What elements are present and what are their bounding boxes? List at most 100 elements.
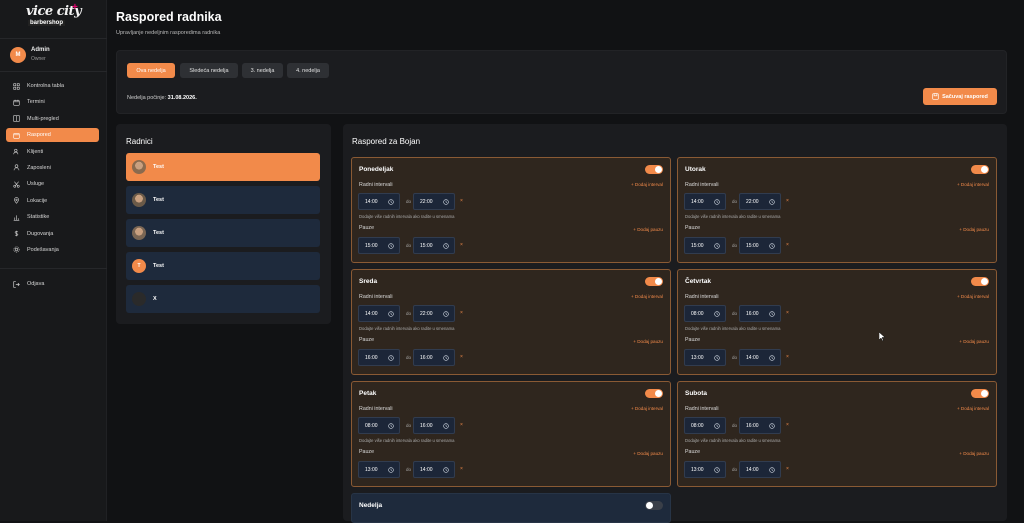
time-input[interactable]: 14:00 [739, 461, 781, 478]
day-toggle[interactable] [645, 165, 663, 174]
time-input[interactable]: 08:00 [358, 417, 400, 434]
sidebar-item-multi-pregled[interactable]: Multi-pregled [6, 112, 99, 126]
time-input[interactable]: 22:00 [739, 193, 781, 210]
to-label: do [406, 423, 412, 428]
worker-item[interactable]: Test [126, 219, 320, 247]
time-input[interactable]: 15:00 [684, 237, 726, 254]
tab-this-week[interactable]: Ova nedelja [127, 63, 175, 78]
columns-icon [12, 115, 20, 123]
sidebar-item-podešavanja[interactable]: Podešavanja [6, 243, 99, 257]
add-interval-link[interactable]: + Dodaj interval [631, 294, 663, 299]
time-input[interactable]: 14:00 [413, 461, 455, 478]
intervals-note: Dodajte više radnih intervala ako radite… [359, 438, 455, 443]
add-interval-link[interactable]: + Dodaj interval [631, 182, 663, 187]
day-toggle[interactable] [971, 389, 989, 398]
logout-button[interactable]: Odjava [6, 277, 99, 291]
time-input[interactable]: 22:00 [413, 305, 455, 322]
sidebar-item-klijenti[interactable]: Klijenti [6, 145, 99, 159]
worker-item[interactable]: Test [126, 153, 320, 181]
time-input[interactable]: 22:00 [413, 193, 455, 210]
worker-name: Test [153, 230, 164, 236]
worker-name: X [153, 296, 157, 302]
time-input[interactable]: 08:00 [684, 417, 726, 434]
time-input[interactable]: 14:00 [739, 349, 781, 366]
day-toggle[interactable] [645, 277, 663, 286]
add-break-link[interactable]: + Dodaj pauzu [959, 339, 989, 344]
add-break-link[interactable]: + Dodaj pauzu [633, 339, 663, 344]
day-toggle[interactable] [645, 389, 663, 398]
add-break-link[interactable]: + Dodaj pauzu [959, 451, 989, 456]
breaks-label: Pauze [685, 449, 701, 455]
time-input[interactable]: 13:00 [358, 461, 400, 478]
add-break-link[interactable]: + Dodaj pauzu [959, 227, 989, 232]
add-break-link[interactable]: + Dodaj pauzu [633, 227, 663, 232]
remove-break-icon[interactable]: × [460, 242, 463, 248]
tab-next-week[interactable]: Sledeća nedelja [180, 63, 238, 78]
remove-break-icon[interactable]: × [460, 466, 463, 472]
clock-icon [443, 311, 449, 317]
remove-break-icon[interactable]: × [786, 242, 789, 248]
time-value: 14:00 [691, 198, 704, 205]
user-name: Admin [31, 47, 50, 53]
add-interval-link[interactable]: + Dodaj interval [957, 406, 989, 411]
sidebar-divider [0, 38, 107, 39]
day-card: Utorak Radni intervali + Dodaj interval 14:… [677, 157, 997, 263]
add-break-link[interactable]: + Dodaj pauzu [633, 451, 663, 456]
time-input[interactable]: 15:00 [413, 237, 455, 254]
remove-break-icon[interactable]: × [460, 354, 463, 360]
worker-initial: T [137, 263, 141, 269]
sidebar-item-lokacije[interactable]: Lokacije [6, 194, 99, 208]
page-subtitle: Upravljanje nedeljnim rasporedima radnik… [116, 30, 221, 36]
remove-interval-icon[interactable]: × [460, 422, 463, 428]
time-input[interactable]: 15:00 [739, 237, 781, 254]
worker-item[interactable]: X [126, 285, 320, 313]
brand-logo[interactable]: vice city + barbershop [26, 2, 82, 34]
time-input[interactable]: 16:00 [413, 349, 455, 366]
sidebar-item-raspored[interactable]: Raspored [6, 128, 99, 143]
tab-week-4[interactable]: 4. nedelja [287, 63, 329, 78]
remove-interval-icon[interactable]: × [786, 310, 789, 316]
day-toggle[interactable] [645, 501, 663, 510]
time-input[interactable]: 13:00 [684, 349, 726, 366]
sidebar-item-zaposleni[interactable]: Zaposleni [6, 161, 99, 175]
time-input[interactable]: 14:00 [358, 305, 400, 322]
user-profile[interactable]: M Admin Owner [10, 47, 100, 67]
remove-interval-icon[interactable]: × [460, 198, 463, 204]
add-interval-link[interactable]: + Dodaj interval [631, 406, 663, 411]
sidebar-item-label: Zaposleni [27, 164, 51, 171]
remove-interval-icon[interactable]: × [460, 310, 463, 316]
sidebar-item-statistike[interactable]: Statistike [6, 210, 99, 224]
time-input[interactable]: 14:00 [358, 193, 400, 210]
remove-break-icon[interactable]: × [786, 354, 789, 360]
clock-icon [443, 467, 449, 473]
time-input[interactable]: 08:00 [684, 305, 726, 322]
time-input[interactable]: 16:00 [739, 417, 781, 434]
remove-interval-icon[interactable]: × [786, 198, 789, 204]
logout-area: Odjava [6, 277, 99, 293]
sidebar-item-dugovanja[interactable]: Dugovanja [6, 227, 99, 241]
sidebar-item-usluge[interactable]: Usluge [6, 177, 99, 191]
time-input[interactable]: 16:00 [739, 305, 781, 322]
day-name: Subota [685, 390, 708, 397]
add-interval-link[interactable]: + Dodaj interval [957, 294, 989, 299]
clock-icon [714, 355, 720, 361]
time-input[interactable]: 14:00 [684, 193, 726, 210]
time-input[interactable]: 16:00 [358, 349, 400, 366]
sidebar-item-kontrolna-tabla[interactable]: Kontrolna tabla [6, 79, 99, 93]
tab-week-3[interactable]: 3. nedelja [242, 63, 283, 78]
time-input[interactable]: 13:00 [684, 461, 726, 478]
worker-item[interactable]: Test [126, 186, 320, 214]
scissors-icon [12, 180, 20, 188]
day-toggle[interactable] [971, 165, 989, 174]
sidebar-item-termini[interactable]: Termini [6, 95, 99, 109]
time-input[interactable]: 16:00 [413, 417, 455, 434]
day-toggle[interactable] [971, 277, 989, 286]
worker-item[interactable]: T Test [126, 252, 320, 280]
main-content: Raspored radnika Upravljanje nedeljnim r… [107, 0, 1024, 523]
remove-interval-icon[interactable]: × [786, 422, 789, 428]
save-schedule-button[interactable]: Sačuvaj raspored [923, 88, 997, 105]
time-input[interactable]: 15:00 [358, 237, 400, 254]
remove-break-icon[interactable]: × [786, 466, 789, 472]
work-intervals-label: Radni intervali [685, 294, 719, 300]
add-interval-link[interactable]: + Dodaj interval [957, 182, 989, 187]
